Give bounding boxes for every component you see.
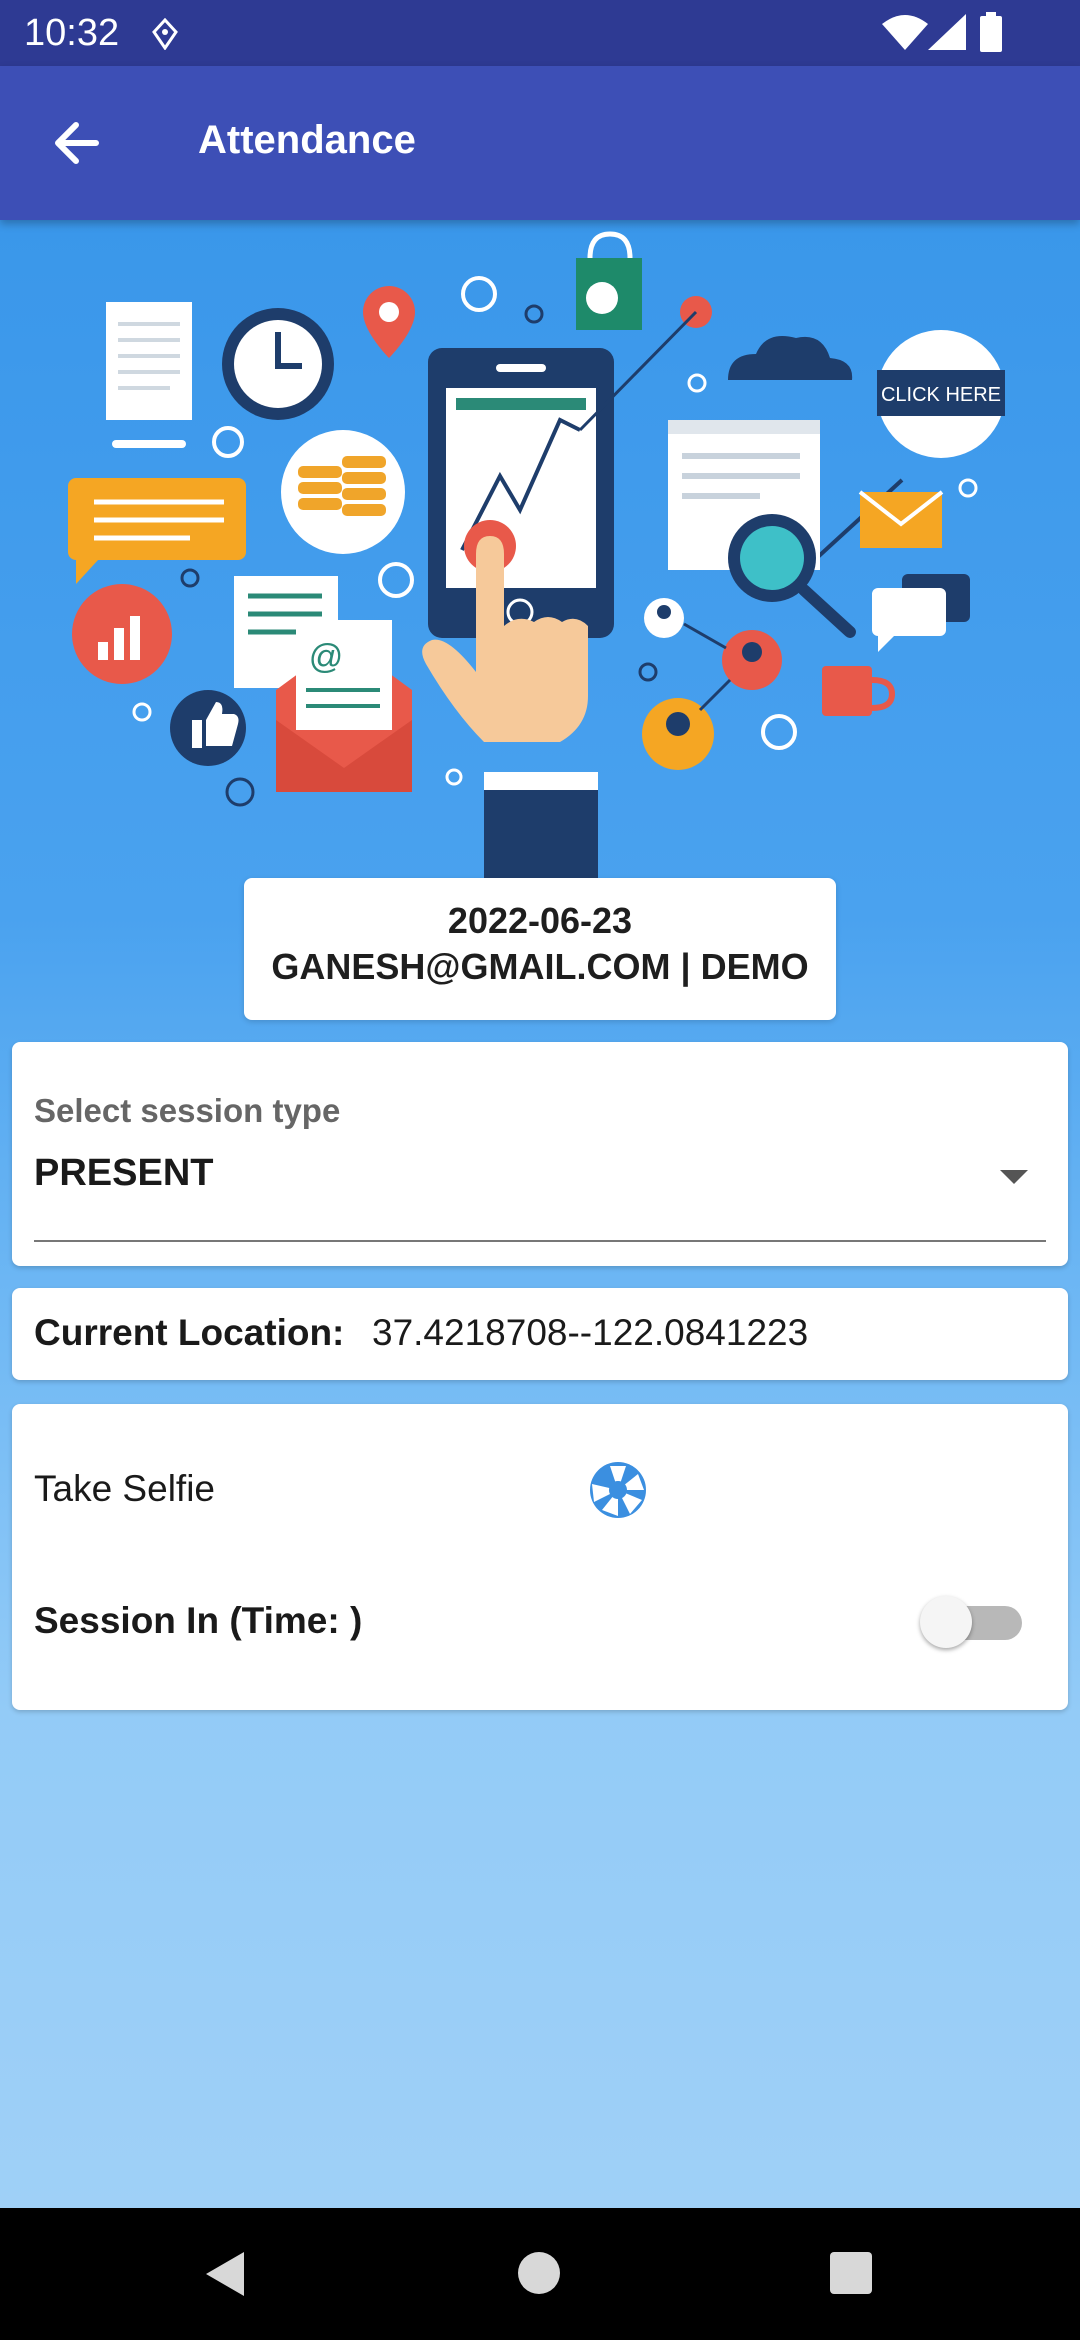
status-bar: 10:32	[0, 0, 1080, 66]
status-time: 10:32	[24, 12, 120, 54]
system-nav-bar	[0, 2208, 1080, 2340]
location-label: Current Location:	[34, 1312, 345, 1353]
click-here-text: CLICK HERE	[881, 384, 1001, 406]
session-in-label: Session In (Time: )	[34, 1600, 363, 1641]
svg-text:@: @	[309, 638, 344, 676]
battery-icon	[980, 12, 1002, 52]
dropdown-arrow-icon	[1000, 1170, 1028, 1184]
user-info-card: 2022-06-23 GANESH@GMAIL.COM | DEMO	[244, 878, 836, 1020]
attendance-date: 2022-06-23	[447, 900, 633, 941]
location-card: Current Location: 37.4218708--122.084122…	[12, 1288, 1068, 1380]
take-selfie-button[interactable]	[588, 1460, 648, 1520]
location-sync-icon	[152, 18, 178, 50]
location-value: 37.4218708--122.0841223	[372, 1312, 809, 1353]
nav-recent-icon[interactable]	[830, 2252, 872, 2294]
arrow-back-icon	[55, 122, 99, 164]
user-email-company: GANESH@GMAIL.COM | DEMO	[271, 946, 809, 987]
nav-home-icon[interactable]	[518, 2252, 560, 2294]
app-bar: Attendance	[0, 66, 1080, 220]
signal-icon	[928, 14, 966, 50]
wifi-icon	[882, 15, 928, 50]
field-underline	[34, 1240, 1046, 1242]
toggle-thumb	[920, 1596, 972, 1648]
session-type-dropdown[interactable]: PRESENT	[12, 1132, 1068, 1242]
selfie-session-card: Take Selfie Session In (Time: )	[12, 1404, 1068, 1710]
take-selfie-label: Take Selfie	[34, 1468, 215, 1509]
nav-back-icon[interactable]	[204, 2252, 246, 2296]
session-in-toggle[interactable]	[920, 1590, 1026, 1650]
hero-illustration: CLICK HERE @	[68, 231, 1005, 880]
session-type-card: Select session type PRESENT	[12, 1042, 1068, 1266]
back-button[interactable]	[44, 110, 110, 176]
page-title: Attendance	[198, 118, 416, 162]
session-type-label: Select session type	[34, 1092, 341, 1129]
camera-shutter-icon	[590, 1462, 646, 1518]
session-type-value: PRESENT	[34, 1152, 214, 1194]
